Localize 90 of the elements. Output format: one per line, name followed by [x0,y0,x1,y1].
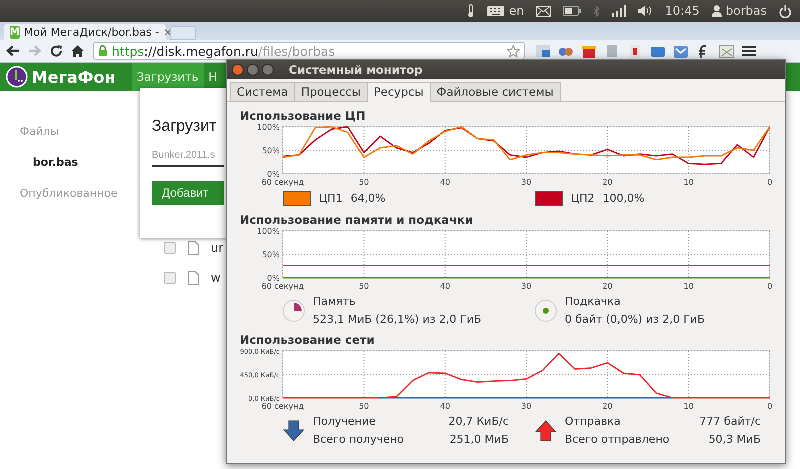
file-icon [188,241,199,255]
logo-icon [6,66,28,88]
axis-label: 0 [767,402,773,411]
clock[interactable]: 10:45 [665,4,700,18]
keyboard-icon[interactable] [487,5,506,17]
reload-icon[interactable] [50,44,63,58]
tab[interactable]: Система [230,82,296,101]
logo-text: МегаФон [32,68,116,86]
axis-label: 0 [767,178,773,187]
axis-label: 60 секунд [262,178,304,187]
axis-label: 60 секунд [262,282,304,291]
axis-label: 20 [602,402,613,411]
axis-label: 0% [267,170,280,179]
add-button[interactable]: Добавит [152,181,224,205]
legend-label: Подкачка [565,295,622,308]
tab-title: Мой МегаДиск/bor.bas - [24,26,160,38]
axis-label: 40 [440,178,450,187]
legend-label: ЦП2 [571,192,595,205]
section-title: Использование памяти и подкачки [240,213,474,227]
legend-value: 50,3 МиБ [708,433,761,446]
user-name[interactable]: borbas [726,4,767,18]
axis-label: 10 [684,402,694,411]
axis-label: 40 [440,282,450,291]
axis-label: 50% [262,250,280,260]
legend-value: 777 байт/с [698,415,761,428]
legend-label: Отправка [565,415,622,428]
menu-icon[interactable] [742,45,756,57]
axis-label: 40 [440,402,450,411]
lock-icon [98,45,108,57]
axis-label: 100% [257,227,280,236]
address-bar[interactable]: https://disk.megafon.ru/files/borbas [93,42,525,60]
bluetooth-icon[interactable] [593,4,600,18]
axis-label: 30 [521,282,532,291]
home-icon[interactable] [71,44,85,58]
favicon: M [10,26,20,38]
legend-label: Всего получено [313,433,406,446]
language-indicator[interactable]: en [509,4,524,18]
url-text: https://disk.megafon.ru/files/borbas [112,44,336,58]
signal-icon[interactable] [612,5,626,17]
axis-label: 100% [257,123,280,132]
tab[interactable]: Ресурсы [366,82,431,102]
legend-value: 64,0% [350,192,386,205]
axis-label: 20 [602,178,613,187]
tab[interactable]: Файловые системы [430,82,561,101]
checkbox[interactable] [164,242,176,254]
file-icon [188,271,199,285]
extension-icon[interactable] [581,44,597,58]
legend-value: 251,0 МиБ [448,433,509,446]
axis-label: 50 [359,402,370,411]
legend-label: Всего отправлено [565,433,671,446]
legend-value: 100,0% [602,192,645,205]
envelope-icon[interactable] [536,6,552,16]
power-icon[interactable] [779,4,792,18]
axis-label: 0% [267,274,280,283]
axis-label: 0 [767,282,773,291]
axis-label: 10 [684,282,694,291]
back-icon[interactable] [6,45,20,57]
axis-label: 50% [262,146,280,156]
color-swatch[interactable] [283,191,311,206]
axis-label: 30 [521,178,532,187]
maximize-button[interactable] [262,64,274,76]
speaker-icon[interactable] [638,5,654,17]
checkbox[interactable] [164,272,176,284]
color-swatch[interactable] [535,191,563,206]
legend-label: Память [313,295,357,308]
person-icon[interactable] [712,5,722,17]
axis-label: 30 [521,402,532,411]
close-button[interactable] [232,64,244,76]
thermometer-icon[interactable] [467,4,476,18]
minimize-button[interactable] [247,64,259,76]
legend-label: Получение [313,415,377,428]
axis-label: 50 [359,282,370,291]
file-name[interactable]: ur [211,241,224,255]
star-icon[interactable] [507,44,520,58]
legend-value: 20,7 КиБ/с [448,415,509,428]
legend-value: 523,1 МиБ (26,1%) из 2,0 ГиБ [313,313,482,326]
section-title: Использование сети [240,333,376,347]
window-title: Системный монитор [289,62,423,76]
axis-label: 10 [684,178,694,187]
file-name[interactable]: w [211,271,221,285]
battery-icon[interactable] [563,6,582,16]
axis-label: 20 [602,282,613,291]
legend-label: ЦП1 [319,192,343,205]
sidebar-item[interactable]: bor.bas [33,156,140,169]
axis-label: 60 секунд [262,402,304,411]
tab[interactable]: Процессы [294,82,368,101]
dialog-title: Загрузит [152,118,218,136]
axis-label: 50 [359,178,370,187]
section-title: Использование ЦП [240,109,367,123]
legend-value: 0 байт (0,0%) из 2,0 ГиБ [565,313,705,326]
